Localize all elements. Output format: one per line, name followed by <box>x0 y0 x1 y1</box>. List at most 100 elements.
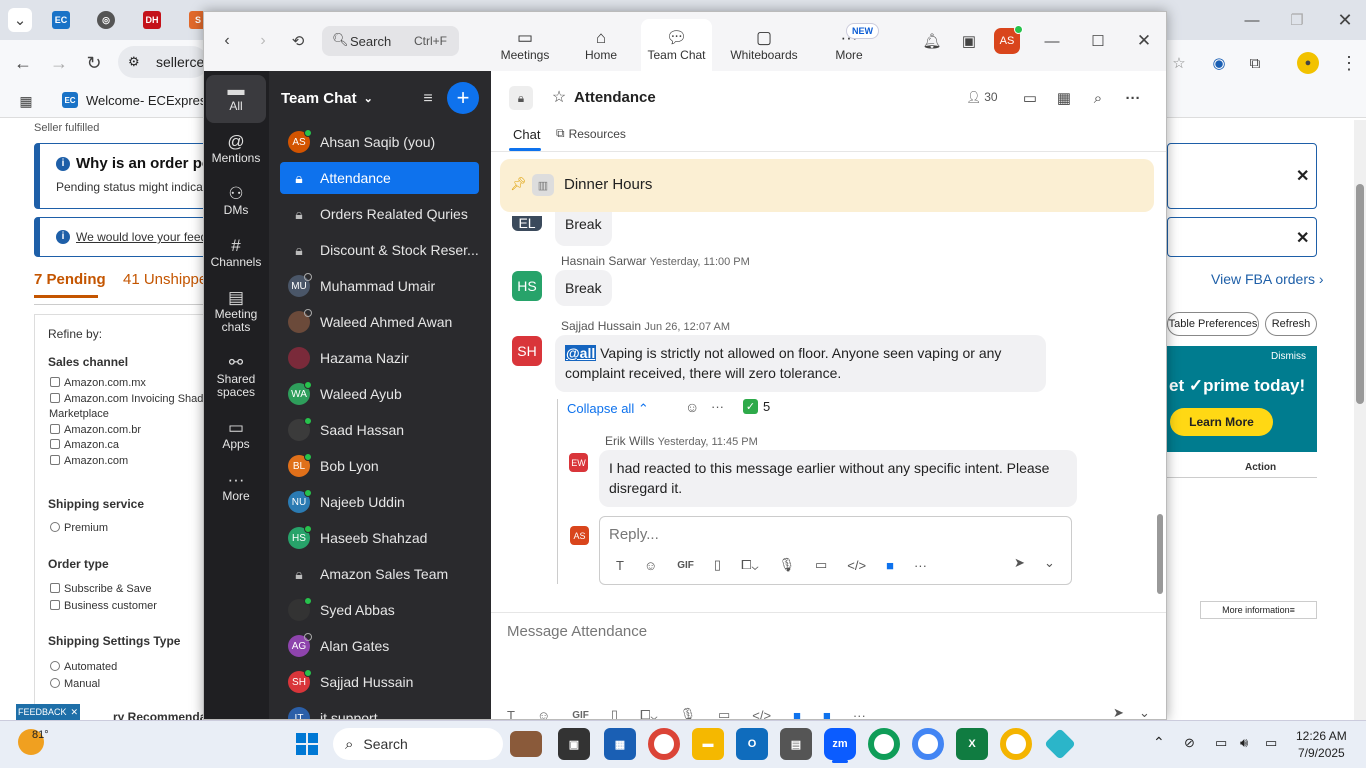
file-icon[interactable]: ▯ <box>714 557 721 573</box>
channel-item[interactable]: NU Najeeb Uddin <box>280 486 479 518</box>
emoji-icon[interactable]: ☺ <box>537 708 550 720</box>
channel-item[interactable]: 🔒︎ Attendance <box>280 162 479 194</box>
sender-name[interactable]: Erik Wills <box>605 434 654 448</box>
tab-unshipped[interactable]: 41 Unshipped <box>123 271 216 288</box>
tab-resources[interactable]: ⧉ Resources <box>556 126 626 141</box>
channel-option[interactable]: Amazon.com.br <box>50 423 210 439</box>
channel-item[interactable]: 🔒︎ Orders Realated Quries <box>280 198 479 230</box>
search-box[interactable]: 🔍︎ Search Ctrl+F <box>322 26 459 56</box>
channel-item[interactable]: AS Ahsan Saqib (you) <box>280 126 479 158</box>
tab-meetings[interactable]: ▭ Meetings <box>490 19 560 71</box>
channel-item[interactable]: AG Alan Gates <box>280 630 479 662</box>
close-icon[interactable]: ✕ <box>1333 8 1357 32</box>
excel-icon[interactable]: X <box>956 728 988 760</box>
chat-scrollbar[interactable] <box>1155 151 1165 596</box>
volume-icon[interactable]: 🔊︎ <box>1240 735 1248 751</box>
reaction-chip[interactable]: ✓ 5 <box>743 399 770 414</box>
forward-icon[interactable]: → <box>48 52 70 74</box>
page-scrollbar[interactable] <box>1354 120 1366 720</box>
rail-all[interactable]: ▬ All <box>206 75 266 123</box>
feedback-tab[interactable]: FEEDBACK ✕ <box>16 704 80 720</box>
format-text-icon[interactable]: T <box>507 708 515 720</box>
channel-item[interactable]: Syed Abbas <box>280 594 479 626</box>
calculator-icon[interactable]: ▤ <box>780 728 812 760</box>
chrome-profile-icon-3[interactable] <box>1000 728 1032 760</box>
file-explorer-dark-icon[interactable]: ▣ <box>558 728 590 760</box>
member-count[interactable]: 👤︎ 30 <box>966 90 998 104</box>
extension-icon[interactable]: ◉ <box>1208 52 1230 74</box>
chevron-down-icon[interactable]: ⌄ <box>1044 555 1055 571</box>
app-icon-2[interactable]: ■ <box>823 708 831 720</box>
back-arrow-icon[interactable]: ‹ <box>218 32 236 50</box>
mention-all[interactable]: @all <box>565 345 597 361</box>
start-icon[interactable] <box>296 733 318 755</box>
clock-time[interactable]: 12:26 AM <box>1296 729 1347 743</box>
close-icon[interactable]: ✕ <box>70 707 78 718</box>
display-icon[interactable]: ▭ <box>1215 735 1227 751</box>
app-icon[interactable]: ■ <box>793 708 801 720</box>
microphone-icon[interactable]: 🎙︎ <box>679 707 696 719</box>
channel-item[interactable]: 🔒︎ Amazon Sales Team <box>280 558 479 590</box>
channel-item[interactable]: BL Bob Lyon <box>280 450 479 482</box>
close-icon[interactable]: ✕ <box>1296 228 1309 248</box>
message-bubble[interactable]: Break <box>555 270 612 306</box>
avatar[interactable]: HS <box>512 271 542 301</box>
rail-meeting-chats[interactable]: ▤ Meeting chats <box>206 289 266 334</box>
add-reaction-icon[interactable]: ☺ <box>685 399 699 415</box>
channel-item[interactable]: Saad Hassan <box>280 414 479 446</box>
weather-temp[interactable]: 81° <box>32 729 49 741</box>
taskbar-search[interactable]: ⌕ Search <box>333 728 503 760</box>
bookmark-link[interactable]: Welcome- ECExpres... <box>86 93 217 108</box>
ad-dismiss[interactable]: Dismiss <box>1271 351 1306 362</box>
settings-option[interactable]: Automated <box>50 659 117 676</box>
rail-apps[interactable]: ▭ Apps <box>206 419 266 451</box>
clock-date[interactable]: 7/9/2025 <box>1298 746 1345 760</box>
message-bubble[interactable]: @all Vaping is strictly not allowed on f… <box>555 335 1046 392</box>
rail-shared-spaces[interactable]: ⚯ Shared spaces <box>206 354 266 399</box>
channel-option[interactable]: Amazon.com <box>50 454 210 470</box>
channel-option[interactable]: Amazon.ca <box>50 438 210 454</box>
order-type-option[interactable]: Business customer <box>50 598 157 615</box>
send-icon[interactable]: ➤ <box>1113 705 1124 719</box>
rail-mentions[interactable]: @ Mentions <box>206 133 266 165</box>
address-bar[interactable]: ⚙ sellerce <box>118 46 208 78</box>
history-icon[interactable]: ⟲ <box>288 31 308 51</box>
refresh-button[interactable]: Refresh <box>1265 312 1317 336</box>
more-icon[interactable]: ··· <box>711 399 724 414</box>
site-info-icon[interactable]: ⚙ <box>128 54 140 70</box>
scrollbar-thumb[interactable] <box>1157 514 1163 594</box>
avatar[interactable]: SH <box>512 336 542 366</box>
rail-more[interactable]: ··· More <box>206 471 266 503</box>
reload-icon[interactable]: ↻ <box>83 52 105 74</box>
bookmark-star-icon[interactable]: ☆ <box>1168 52 1190 74</box>
taskbar-image-icon[interactable] <box>510 731 542 757</box>
tab-chat[interactable]: Chat <box>513 127 540 142</box>
table-preferences-button[interactable]: Table Preferences <box>1167 312 1259 336</box>
sender-name[interactable]: Sajjad Hussain <box>561 319 641 333</box>
avatar[interactable]: EL <box>512 215 542 231</box>
tab-team-chat[interactable]: 💬︎ Team Chat <box>641 19 712 71</box>
more-icon[interactable]: ··· <box>914 558 927 573</box>
premium-option[interactable]: Premium <box>50 522 108 534</box>
channel-item[interactable]: HS Haseeb Shahzad <box>280 522 479 554</box>
video-message-icon[interactable]: ▭ <box>718 707 730 719</box>
tab-home[interactable]: ⌂ Home <box>571 19 631 71</box>
chevron-down-icon[interactable]: ⌄ <box>1139 705 1150 719</box>
settings-option[interactable]: Manual <box>50 676 117 693</box>
channel-title[interactable]: Attendance <box>574 89 656 106</box>
chrome-icon[interactable] <box>648 728 680 760</box>
maximize-icon[interactable]: ☐ <box>1088 31 1108 51</box>
more-info-button[interactable]: More information ≡ <box>1200 601 1317 619</box>
code-icon[interactable]: </> <box>752 708 771 720</box>
tab-favicon-dh[interactable]: DH <box>143 11 161 29</box>
tab-whiteboards[interactable]: ▢ Whiteboards <box>724 19 804 71</box>
network-off-icon[interactable]: ⊘ <box>1184 735 1195 751</box>
collapse-all-button[interactable]: Collapse all ⌃ <box>567 401 649 417</box>
folder-icon[interactable]: ▬ <box>692 728 724 760</box>
tab-list-button[interactable]: ⌄ <box>8 8 32 32</box>
zoom-icon[interactable]: zm <box>824 728 856 760</box>
gif-icon[interactable]: GIF <box>677 560 694 571</box>
more-options-icon[interactable]: ··· <box>1123 88 1143 108</box>
channel-item[interactable]: MU Muhammad Umair <box>280 270 479 302</box>
apps-grid-icon[interactable]: ▦ <box>16 92 36 110</box>
